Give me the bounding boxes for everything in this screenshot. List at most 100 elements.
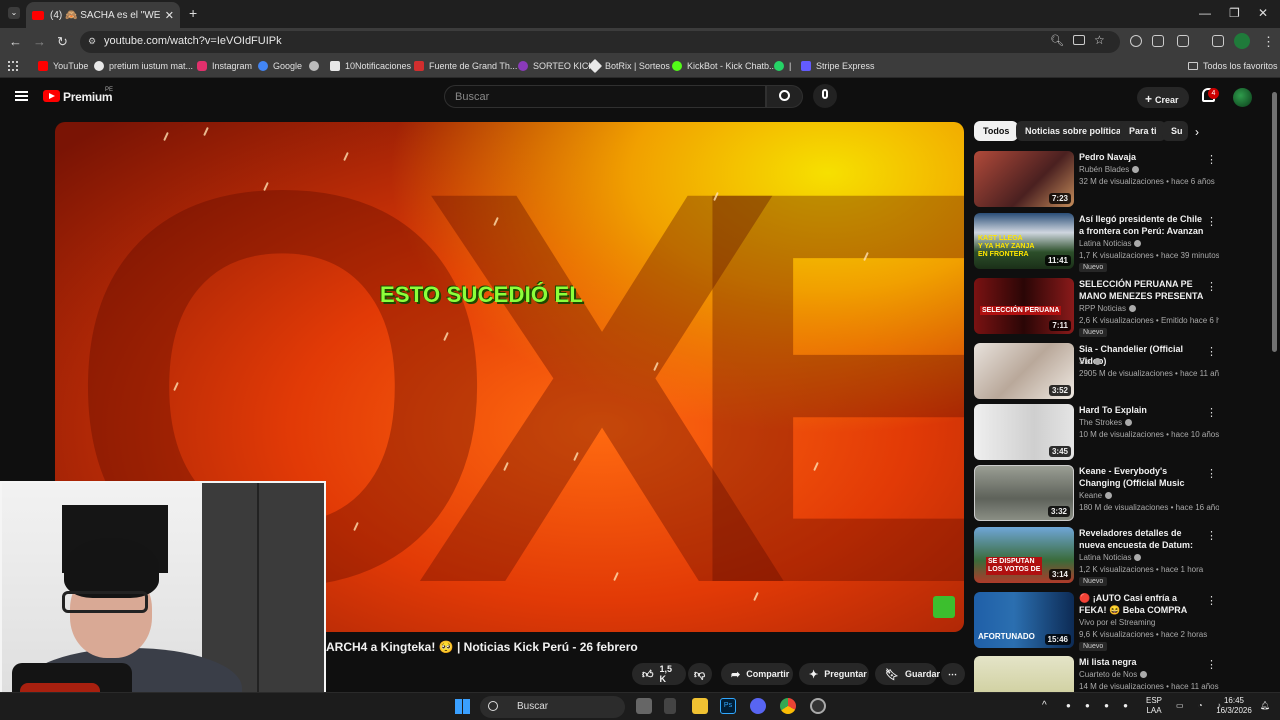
create-button[interactable]: + Crear — [1137, 87, 1189, 108]
recommendation-item[interactable]: 3:32 Keane - Everybody's Changing (Offic… — [974, 465, 1254, 525]
chip-all[interactable]: Todos — [974, 121, 1019, 141]
close-tab-icon[interactable]: ✕ — [165, 9, 174, 22]
bookmark-gta-source[interactable]: Fuente de Grand Th... — [414, 61, 517, 71]
video-thumbnail[interactable]: 3:52 — [974, 343, 1074, 399]
recommendation-channel: Vivo por el Streaming — [1079, 618, 1156, 627]
cast-icon[interactable] — [1073, 35, 1085, 45]
translate-icon[interactable] — [1152, 35, 1164, 47]
back-icon[interactable]: ← — [9, 34, 22, 49]
account-avatar[interactable] — [1233, 88, 1252, 107]
forward-icon[interactable]: → — [33, 34, 46, 49]
close-window-icon[interactable]: ✕ — [1258, 6, 1268, 20]
like-button[interactable]: 👍︎ 1,5 K — [632, 663, 686, 685]
tray-overflow-icon[interactable]: ^ — [1042, 701, 1047, 711]
recommendation-item[interactable]: 7:23 Pedro Navaja Rubén Blades 32 M de v… — [974, 151, 1254, 211]
voice-search-button[interactable] — [813, 84, 837, 108]
site-info-icon[interactable]: ⚙ — [88, 36, 96, 47]
bookmark-botrix[interactable]: BotRix | Sorteos — [587, 58, 670, 74]
task-view-icon[interactable] — [636, 698, 652, 714]
recommendation-item[interactable]: AFORTUNADO 15:46 🔴 ¡AUTO Casi enfría a FE… — [974, 592, 1254, 652]
bookmark-instagram[interactable]: Instagram — [197, 61, 252, 71]
verified-icon — [1134, 554, 1142, 562]
bookmark-stripe[interactable]: Stripe Express — [801, 61, 875, 71]
youtube-logo-icon[interactable] — [43, 90, 60, 102]
video-thumbnail[interactable]: SELECCIÓN PERUANA 7:11 — [974, 278, 1074, 334]
photoshop-icon[interactable]: Ps — [720, 698, 736, 714]
minimize-icon[interactable]: — — [1199, 6, 1211, 20]
discord-icon[interactable] — [750, 698, 766, 714]
video-thumbnail[interactable]: 3:45 — [974, 404, 1074, 460]
taskbar-search[interactable]: Buscar — [480, 696, 625, 718]
search-input[interactable]: Buscar — [444, 85, 766, 108]
new-tab-button[interactable]: + — [189, 5, 197, 21]
app-icon[interactable] — [810, 698, 826, 714]
chrome-icon[interactable] — [780, 698, 796, 714]
more-options-icon[interactable]: ⋮ — [1206, 215, 1217, 228]
video-thumbnail[interactable]: KAST LLEGA Y YA HAY ZANJA EN FRONTERA 11:41 — [974, 213, 1074, 269]
profile-avatar[interactable] — [1234, 33, 1250, 49]
channel-watermark-icon[interactable] — [933, 596, 955, 618]
reload-icon[interactable]: ↻ — [57, 34, 68, 50]
bookmark-sorteo-kick[interactable]: SORTEO KICK — [518, 61, 594, 71]
video-thumbnail[interactable]: AFORTUNADO 15:46 — [974, 592, 1074, 648]
tab-search-button[interactable]: ⌄ — [8, 7, 20, 19]
input-language[interactable]: ESP LAA — [1146, 696, 1162, 716]
notification-center-icon[interactable]: 🔔︎ — [1260, 701, 1270, 711]
reading-list-icon[interactable] — [1212, 35, 1224, 47]
video-thumbnail[interactable]: SE DISPUTAN LOS VOTOS DE 3:14 — [974, 527, 1074, 583]
file-explorer-icon[interactable] — [692, 698, 708, 714]
tray-icons[interactable]: ● ● ● ● — [1060, 701, 1140, 711]
more-actions-button[interactable]: ⋯ — [941, 663, 965, 685]
search-button[interactable] — [766, 85, 803, 108]
guide-menu-icon[interactable] — [15, 91, 28, 101]
video-thumbnail[interactable] — [974, 656, 1074, 692]
apps-grid-icon[interactable] — [8, 61, 18, 71]
more-options-icon[interactable]: ⋮ — [1206, 594, 1217, 607]
ask-button[interactable]: ✦ Preguntar — [799, 663, 869, 685]
chevron-right-icon[interactable]: › — [1195, 125, 1199, 139]
recommendation-item[interactable]: 3:45 Hard To Explain The Strokes 10 M de… — [974, 404, 1254, 464]
menu-kebab-icon[interactable]: ⋮ — [1262, 34, 1275, 50]
page-scrollbar[interactable] — [1272, 92, 1277, 352]
chip-for-you[interactable]: Para ti — [1120, 121, 1166, 141]
recommendation-item[interactable]: 3:52 Sia - Chandelier (Official Video) S… — [974, 343, 1254, 403]
windows-start-icon[interactable] — [455, 699, 470, 714]
share-button[interactable]: ➦ Compartir — [721, 663, 793, 685]
save-button[interactable]: 🔖︎ Guardar — [875, 663, 940, 685]
more-options-icon[interactable]: ⋮ — [1206, 406, 1217, 419]
more-options-icon[interactable]: ⋮ — [1206, 153, 1217, 166]
bookmark-youtube[interactable]: YouTube — [38, 61, 88, 71]
clock[interactable]: 16:45 16/3/2026 — [1212, 696, 1256, 716]
bookmark-kickbot[interactable]: KickBot - Kick Chatb... — [672, 61, 777, 71]
extensions-puzzle-icon[interactable] — [1177, 35, 1189, 47]
bookmark-google[interactable]: Google — [258, 61, 302, 71]
dislike-button[interactable]: 👎︎ — [688, 663, 712, 685]
recommendation-item[interactable]: KAST LLEGA Y YA HAY ZANJA EN FRONTERA 11:41… — [974, 213, 1254, 273]
bookmark-star-icon[interactable]: ☆ — [1094, 33, 1105, 47]
new-badge: Nuevo — [1079, 642, 1108, 651]
more-options-icon[interactable]: ⋮ — [1206, 345, 1217, 358]
bookmark-unnamed[interactable] — [309, 61, 324, 71]
video-thumbnail[interactable]: 3:32 — [974, 465, 1074, 521]
chip-more[interactable]: Su — [1162, 121, 1188, 141]
recommendation-item[interactable]: SELECCIÓN PERUANA 7:11 SELECCIÓN PERUANA … — [974, 278, 1254, 338]
chip-politics-news[interactable]: Noticias sobre política — [1016, 121, 1131, 141]
recommendation-item[interactable]: Mi lista negra Cuarteto de Nos 14 M de v… — [974, 656, 1254, 692]
address-bar[interactable]: ⚙ youtube.com/watch?v=IeVOIdFUIPk 🔍︎ ☆ — [80, 31, 1120, 53]
extension-icon[interactable] — [1130, 35, 1142, 47]
bookmark-pretium[interactable]: pretium iustum mat... — [94, 61, 193, 71]
zoom-icon[interactable]: 🔍︎ — [1050, 34, 1064, 47]
google-icon — [94, 61, 104, 71]
browser-tab-active[interactable]: (4) 🙈 SACHA es el "WESTCOL ✕ — [26, 2, 180, 28]
more-options-icon[interactable]: ⋮ — [1206, 467, 1217, 480]
app-icon[interactable] — [664, 698, 676, 714]
recommendation-item[interactable]: SE DISPUTAN LOS VOTOS DE 3:14 Reveladores … — [974, 527, 1254, 587]
all-bookmarks-folder[interactable]: Todos los favoritos — [1188, 61, 1278, 71]
video-thumbnail[interactable]: 7:23 — [974, 151, 1074, 207]
bookmark-10notificaciones[interactable]: 10Notificaciones — [330, 61, 411, 71]
more-options-icon[interactable]: ⋮ — [1206, 529, 1217, 542]
more-options-icon[interactable]: ⋮ — [1206, 280, 1217, 293]
bookmark-whatsapp[interactable]: | — [774, 61, 791, 71]
more-options-icon[interactable]: ⋮ — [1206, 658, 1217, 671]
restore-icon[interactable]: ❐ — [1229, 6, 1240, 20]
